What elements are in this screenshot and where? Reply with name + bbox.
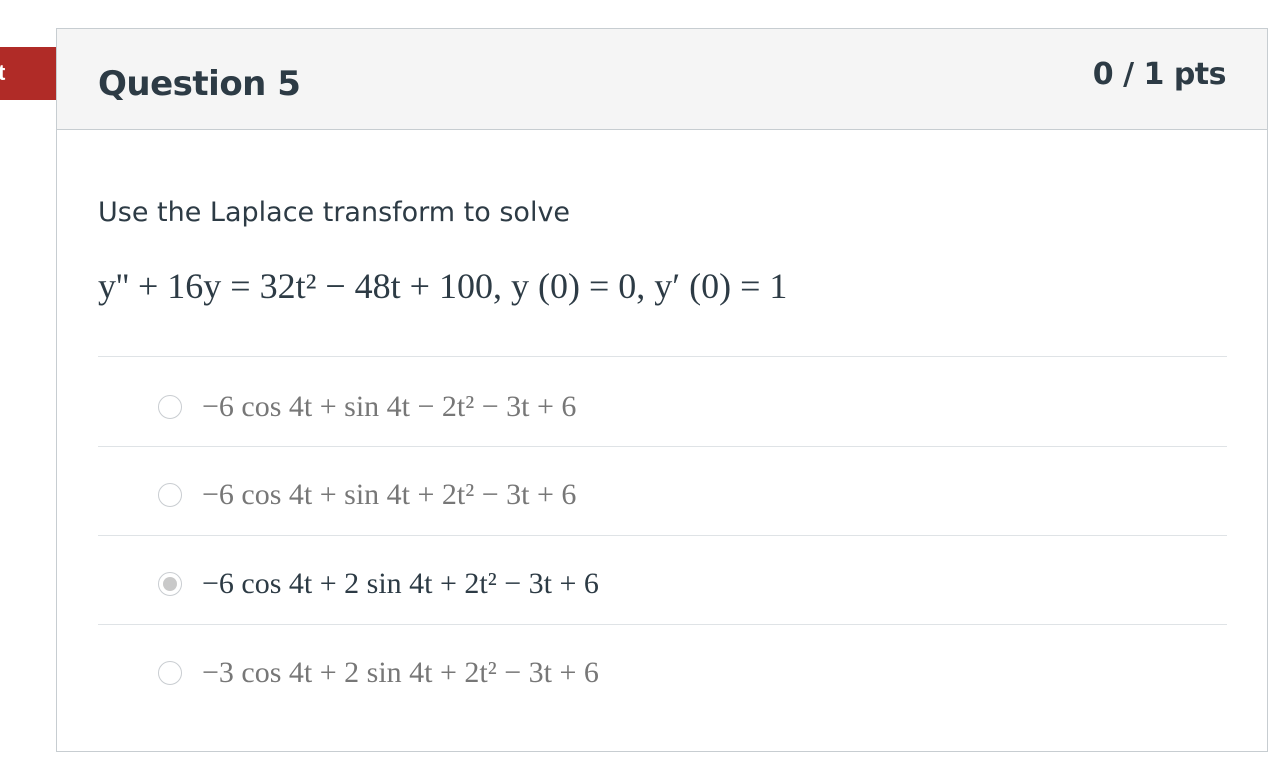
- answer-option-4[interactable]: −3 cos 4t + 2 sin 4t + 2t² − 3t + 6: [98, 629, 1227, 717]
- answer-label: −3 cos 4t + 2 sin 4t + 2t² − 3t + 6: [202, 656, 599, 689]
- answer-divider: [98, 446, 1227, 447]
- question-prompt: Use the Laplace transform to solve: [98, 197, 571, 228]
- question-card: Question 5 0 / 1 pts Use the Laplace tra…: [56, 28, 1268, 752]
- question-points: 0 / 1 pts: [1092, 57, 1227, 92]
- answer-divider: [98, 624, 1227, 625]
- answer-option-2[interactable]: −6 cos 4t + sin 4t + 2t² − 3t + 6: [98, 451, 1227, 539]
- answer-divider: [98, 535, 1227, 536]
- answer-label: −6 cos 4t + 2 sin 4t + 2t² − 3t + 6: [202, 567, 599, 600]
- radio-button[interactable]: [158, 661, 182, 685]
- answer-option-1[interactable]: −6 cos 4t + sin 4t − 2t² − 3t + 6: [98, 363, 1227, 451]
- question-equation: y'' + 16y = 32t² − 48t + 100, y (0) = 0,…: [98, 266, 788, 306]
- answer-option-3[interactable]: −6 cos 4t + 2 sin 4t + 2t² − 3t + 6: [98, 540, 1227, 628]
- question-title: Question 5: [98, 64, 301, 104]
- flag-label: t: [0, 60, 6, 85]
- answer-label: −6 cos 4t + sin 4t − 2t² − 3t + 6: [202, 390, 577, 423]
- radio-button[interactable]: [158, 483, 182, 507]
- radio-button-selected[interactable]: [158, 572, 182, 596]
- question-header: Question 5 0 / 1 pts: [57, 29, 1267, 130]
- answer-label: −6 cos 4t + sin 4t + 2t² − 3t + 6: [202, 478, 577, 511]
- radio-button[interactable]: [158, 395, 182, 419]
- answer-divider: [98, 356, 1227, 357]
